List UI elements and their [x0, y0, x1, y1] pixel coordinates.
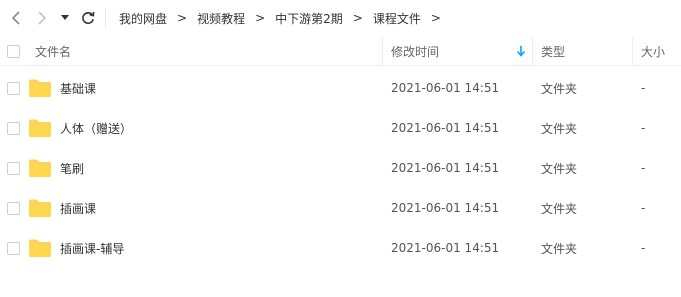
row-checkbox[interactable] [7, 241, 20, 255]
column-header-name[interactable]: 文件名 [35, 37, 71, 66]
folder-icon [29, 239, 51, 257]
column-divider[interactable] [632, 37, 633, 66]
back-icon[interactable] [7, 9, 25, 27]
table-row[interactable]: 插画课-辅导 2021-06-01 14:51 文件夹 - [0, 228, 681, 268]
file-modified-time: 2021-06-01 14:51 [391, 241, 500, 255]
file-modified-time: 2021-06-01 14:51 [391, 201, 500, 215]
folder-icon [29, 119, 51, 137]
table-row[interactable]: 人体（赠送） 2021-06-01 14:51 文件夹 - [0, 108, 681, 148]
file-list-header: 文件名 修改时间 类型 大小 [0, 37, 681, 66]
column-header-modified[interactable]: 修改时间 [391, 37, 439, 66]
column-header-type[interactable]: 类型 [541, 37, 565, 66]
file-type: 文件夹 [541, 81, 578, 96]
column-divider[interactable] [382, 37, 383, 66]
sort-descending-icon[interactable] [516, 45, 526, 60]
forward-icon[interactable] [33, 9, 51, 27]
row-checkbox[interactable] [7, 81, 20, 95]
row-checkbox[interactable] [7, 121, 20, 135]
column-header-size[interactable]: 大小 [641, 37, 665, 66]
file-name[interactable]: 人体（赠送） [60, 108, 132, 148]
breadcrumb-separator: > [255, 11, 266, 25]
row-checkbox-cell [7, 228, 20, 268]
row-checkbox[interactable] [7, 161, 20, 175]
row-checkbox[interactable] [7, 201, 20, 215]
file-size: - [641, 81, 646, 95]
breadcrumb-separator: > [177, 11, 188, 25]
history-dropdown-icon[interactable] [58, 9, 72, 27]
row-checkbox-cell [7, 148, 20, 188]
file-size: - [641, 201, 646, 215]
breadcrumb-item-course-files[interactable]: 课程文件 [373, 10, 421, 27]
folder-icon [29, 79, 51, 97]
toolbar-divider [105, 8, 106, 28]
file-modified-time: 2021-06-01 14:51 [391, 121, 500, 135]
file-modified-time: 2021-06-01 14:51 [391, 161, 500, 175]
breadcrumb-item-period-2[interactable]: 中下游第2期 [275, 10, 343, 27]
column-divider[interactable] [532, 37, 533, 66]
table-row[interactable]: 插画课 2021-06-01 14:51 文件夹 - [0, 188, 681, 228]
table-row[interactable]: 基础课 2021-06-01 14:51 文件夹 - [0, 68, 681, 108]
file-size: - [641, 121, 646, 135]
file-type: 文件夹 [541, 241, 578, 256]
breadcrumb-separator: > [430, 11, 441, 25]
file-type: 文件夹 [541, 201, 578, 216]
breadcrumb-separator: > [352, 11, 363, 25]
file-size: - [641, 161, 646, 175]
breadcrumb-item-video-tutorials[interactable]: 视频教程 [197, 10, 245, 27]
refresh-icon[interactable] [79, 9, 97, 27]
breadcrumb: 我的网盘 > 视频教程 > 中下游第2期 > 课程文件 > [119, 0, 451, 36]
select-all-checkbox[interactable] [7, 45, 20, 58]
file-modified-time: 2021-06-01 14:51 [391, 81, 500, 95]
file-size: - [641, 241, 646, 255]
table-row[interactable]: 笔刷 2021-06-01 14:51 文件夹 - [0, 148, 681, 188]
navigation-toolbar: 我的网盘 > 视频教程 > 中下游第2期 > 课程文件 > [0, 0, 681, 36]
select-all-checkbox-cell [7, 37, 20, 66]
file-name[interactable]: 插画课-辅导 [60, 228, 124, 268]
row-checkbox-cell [7, 188, 20, 228]
folder-icon [29, 199, 51, 217]
folder-icon [29, 159, 51, 177]
row-checkbox-cell [7, 68, 20, 108]
file-name[interactable]: 基础课 [60, 68, 96, 108]
breadcrumb-item-my-drive[interactable]: 我的网盘 [119, 10, 167, 27]
file-name[interactable]: 笔刷 [60, 148, 84, 188]
file-name[interactable]: 插画课 [60, 188, 96, 228]
file-type: 文件夹 [541, 121, 578, 136]
file-type: 文件夹 [541, 161, 578, 176]
row-checkbox-cell [7, 108, 20, 148]
